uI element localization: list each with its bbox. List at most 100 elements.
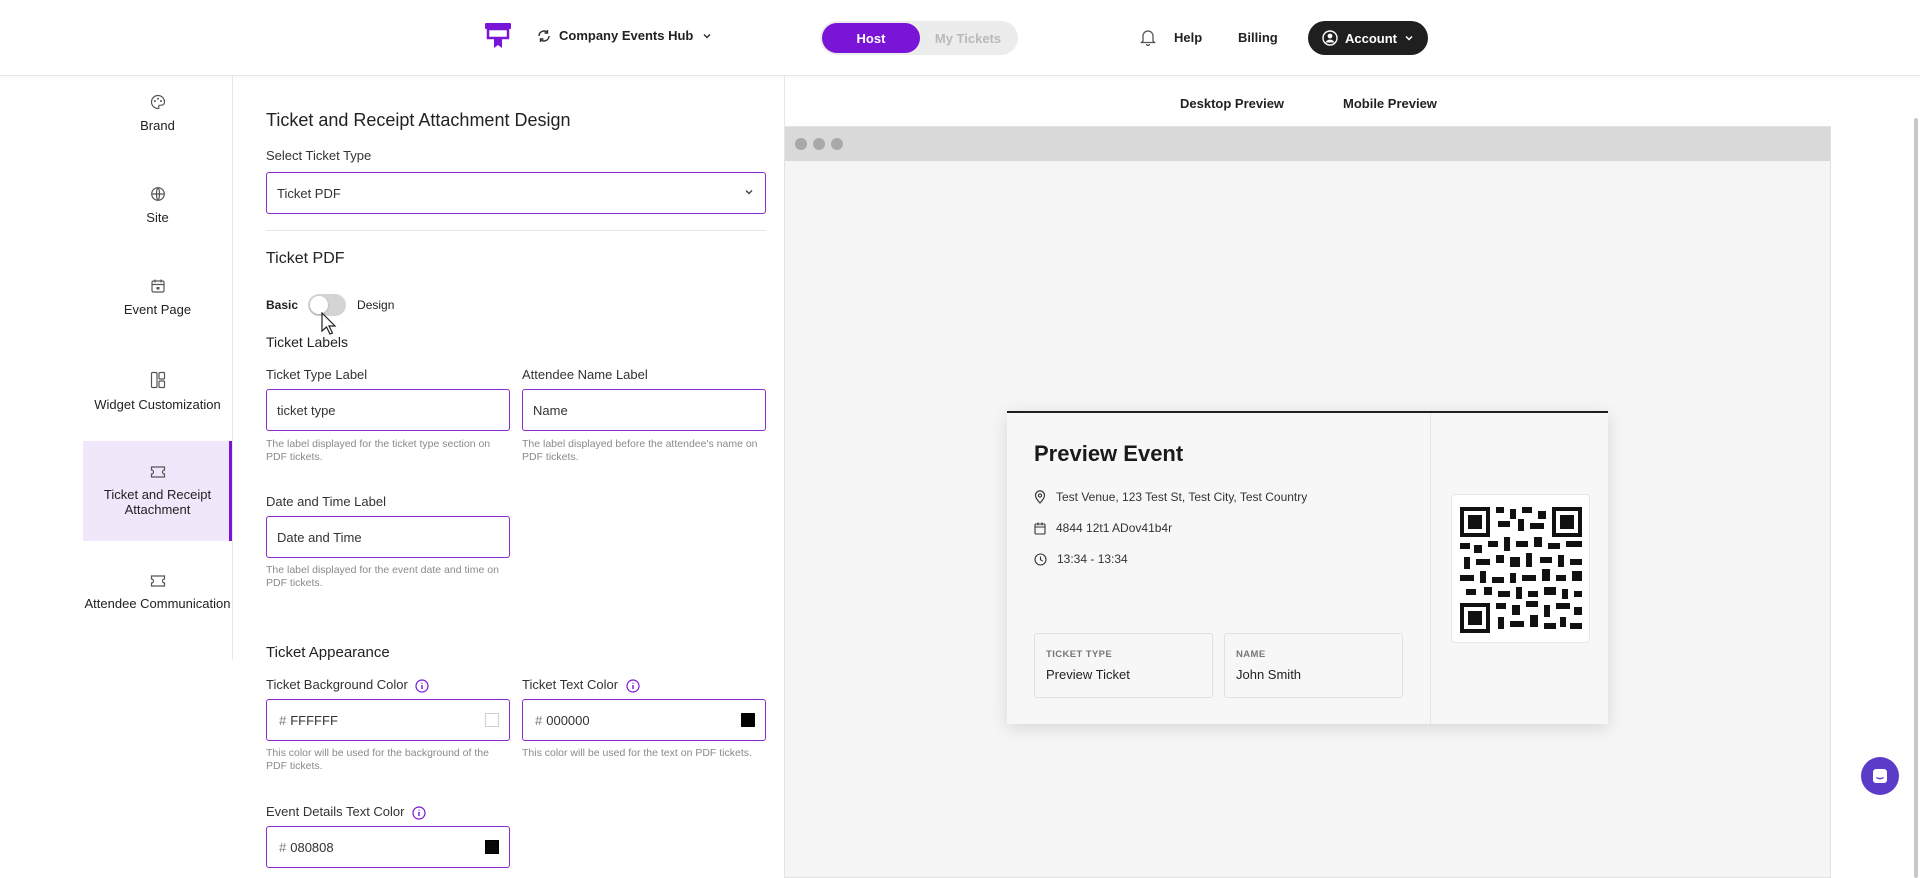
clock-icon	[1034, 552, 1047, 566]
event-time-text: 13:34 - 13:34	[1057, 552, 1128, 566]
attendee-name-label-input[interactable]: Name	[522, 389, 766, 431]
mobile-preview-tab[interactable]: Mobile Preview	[1343, 96, 1437, 111]
chevron-down-icon	[1405, 35, 1413, 41]
attendee-name-box: NAME John Smith	[1224, 633, 1403, 698]
window-dot-icon	[795, 138, 807, 150]
page-title: Ticket and Receipt Attachment Design	[266, 110, 571, 130]
qr-code	[1451, 494, 1590, 643]
ticket-type-label-label: Ticket Type Label	[266, 367, 368, 382]
details-color-label: Event Details Text Color	[266, 804, 426, 820]
bg-color-input[interactable]: # FFFFFF	[266, 699, 510, 741]
text-color-swatch[interactable]	[741, 713, 755, 727]
hub-selector[interactable]: Company Events Hub	[537, 28, 713, 43]
chevron-down-icon	[745, 190, 753, 195]
refresh-icon	[538, 29, 550, 42]
sidebar-item-label: Event Page	[123, 302, 192, 317]
chat-icon	[1873, 769, 1887, 783]
sidebar-item-brand[interactable]: Brand	[83, 94, 232, 140]
ticket-type-box: TICKET TYPE Preview Ticket	[1034, 633, 1213, 698]
calendar-icon	[150, 279, 165, 293]
text-color-label-text: Ticket Text Color	[522, 677, 619, 692]
layout-icon	[150, 371, 165, 389]
event-title: Preview Event	[1034, 441, 1184, 466]
event-venue: Test Venue, 123 Test St, Test City, Test…	[1034, 490, 1307, 504]
ticket-type-value: Preview Ticket	[1046, 667, 1130, 682]
sidebar-item-event-page[interactable]: Event Page	[83, 278, 232, 324]
user-icon	[1322, 30, 1338, 46]
logo-icon[interactable]	[483, 20, 513, 50]
sidebar-item-widget-customization[interactable]: Widget Customization	[83, 371, 232, 417]
info-icon[interactable]	[415, 678, 430, 693]
text-color-value: 000000	[546, 713, 590, 728]
bell-icon[interactable]	[1140, 28, 1156, 46]
sidebar-item-label: Ticket and Receipt Attachment	[103, 487, 212, 517]
date-time-label-input[interactable]: Date and Time	[266, 516, 510, 558]
hash-icon: #	[535, 713, 543, 728]
sidebar-item-attendee-communication[interactable]: Attendee Communication	[83, 574, 232, 638]
text-color-label: Ticket Text Color	[522, 677, 640, 693]
date-time-label-label: Date and Time Label	[266, 494, 386, 509]
ticket-type-key: TICKET TYPE	[1046, 649, 1113, 660]
attendee-name-label-label: Attendee Name Label	[522, 367, 648, 382]
sidebar-item-ticket-receipt-content[interactable]: Ticket and Receipt Attachment	[83, 465, 232, 529]
palette-icon	[150, 94, 165, 110]
ticket-type-select-value: Ticket PDF	[277, 186, 341, 201]
mouse-cursor-icon	[321, 312, 337, 335]
calendar-icon	[1034, 522, 1046, 535]
mode-switch: Host My Tickets	[820, 21, 1018, 55]
select-ticket-type-label: Select Ticket Type	[266, 148, 372, 163]
section-title-ticket-labels: Ticket Labels	[266, 334, 348, 350]
desktop-preview-tab[interactable]: Desktop Preview	[1180, 96, 1284, 111]
bg-color-label-text: Ticket Background Color	[266, 677, 408, 692]
details-color-label-text: Event Details Text Color	[266, 804, 405, 819]
host-tab[interactable]: Host	[822, 23, 920, 53]
bg-color-value: FFFFFF	[290, 713, 338, 728]
text-color-input[interactable]: #000000	[522, 699, 766, 741]
ticket-type-label-input[interactable]: ticket type	[266, 389, 510, 431]
bg-color-label: Ticket Background Color	[266, 677, 430, 693]
sidebar-item-label: Attendee Communication	[84, 596, 231, 611]
hash-icon: #	[279, 840, 287, 855]
chevron-down-icon	[703, 33, 711, 39]
browser-title-bar	[785, 127, 1830, 161]
details-color-input[interactable]: #080808	[266, 826, 510, 868]
account-label: Account	[1345, 30, 1397, 46]
bg-color-swatch[interactable]	[485, 713, 499, 727]
sidebar-item-label: Brand	[140, 118, 175, 133]
window-dot-icon	[813, 138, 825, 150]
event-date: 4844 12t1 ADov41b4r	[1034, 521, 1172, 535]
section-title-ticket-appearance: Ticket Appearance	[266, 644, 390, 661]
details-color-swatch[interactable]	[485, 840, 499, 854]
attendee-name-key: NAME	[1236, 649, 1266, 660]
event-time: 13:34 - 13:34	[1034, 552, 1128, 566]
sidebar-item-label: Site	[146, 210, 169, 225]
bg-color-help: This color will be used for the backgrou…	[266, 747, 489, 772]
info-icon[interactable]	[412, 805, 426, 820]
ticket-type-select[interactable]: Ticket PDF	[266, 172, 766, 214]
date-time-label-help: The label displayed for the event date a…	[266, 564, 499, 589]
text-color-help: This color will be used for the text on …	[522, 747, 752, 759]
attendee-name-label-help: The label displayed before the attendee'…	[522, 438, 758, 463]
sidebar-item-label: Widget Customization	[94, 397, 221, 412]
event-date-text: 4844 12t1 ADov41b4r	[1056, 521, 1173, 535]
ticket-icon	[150, 466, 165, 478]
ticket-icon	[150, 575, 165, 587]
hash-icon: #	[279, 713, 287, 728]
account-button[interactable]: Account	[1308, 21, 1428, 55]
help-link[interactable]: Help	[1174, 30, 1202, 45]
chat-launcher-button[interactable]	[1861, 757, 1899, 795]
location-pin-icon	[1034, 490, 1046, 504]
details-color-value: 080808	[290, 840, 334, 855]
info-icon[interactable]	[626, 678, 640, 693]
my-tickets-tab[interactable]: My Tickets	[920, 23, 1016, 53]
billing-link[interactable]: Billing	[1238, 30, 1278, 45]
sidebar-item-site[interactable]: Site	[83, 186, 232, 232]
divider	[266, 230, 766, 231]
window-dot-icon	[831, 138, 843, 150]
page-scrollbar[interactable]	[1914, 118, 1918, 878]
event-venue-text: Test Venue, 123 Test St, Test City, Test…	[1056, 490, 1308, 504]
qr-code-icon	[1460, 507, 1582, 633]
globe-icon	[150, 187, 165, 201]
ticket-type-label-help: The label displayed for the ticket type …	[266, 438, 491, 463]
toggle-basic-label: Basic	[266, 298, 299, 312]
